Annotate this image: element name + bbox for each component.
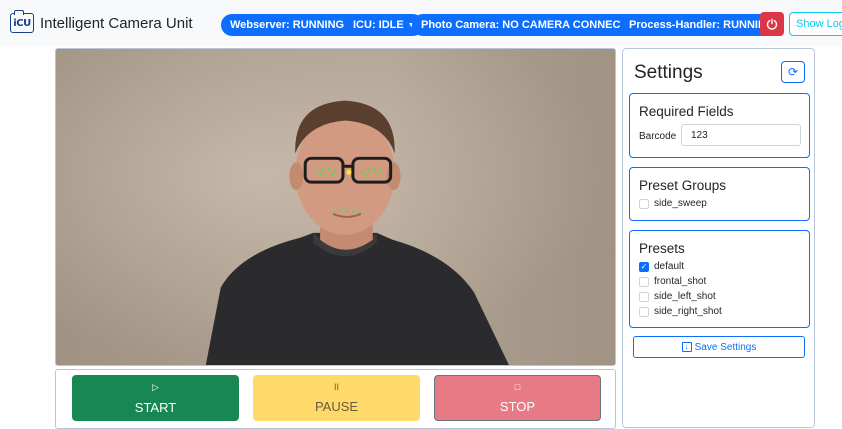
preset-side-right-shot[interactable]: side_right_shot [639, 306, 722, 317]
webserver-status-dropdown[interactable]: Webserver: RUNNING▼ [221, 14, 365, 36]
barcode-label: Barcode [639, 131, 677, 142]
start-label: START [134, 399, 177, 415]
preset-group-side-sweep[interactable]: side_sweep [639, 198, 707, 209]
pause-icon: II [333, 382, 339, 392]
process-controls: ▷ START II PAUSE □ STOP [55, 369, 616, 429]
stop-label: STOP [499, 399, 536, 414]
pause-label: PAUSE [314, 399, 359, 414]
webserver-status-label: Webserver: RUNNING [230, 19, 345, 31]
preset-label: frontal_shot [654, 276, 707, 287]
show-logs-button[interactable]: Show Logs [789, 12, 842, 36]
preset-label: default [654, 261, 685, 272]
save-settings-label: Save Settings [694, 341, 757, 353]
preset-groups-card: Preset Groups side_sweep [629, 167, 810, 221]
refresh-settings-button[interactable]: ⟳ [781, 61, 805, 83]
camera-logo-icon: iCU [10, 10, 34, 33]
checkbox[interactable] [639, 291, 649, 302]
power-button[interactable] [760, 12, 784, 36]
refresh-icon: ⟳ [787, 65, 799, 79]
start-button[interactable]: ▷ START [72, 375, 239, 421]
photo-camera-status-label: Photo Camera: NO CAMERA CONNECTED [421, 19, 643, 31]
settings-title: Settings [634, 62, 703, 83]
checkbox[interactable] [639, 306, 649, 317]
checkbox[interactable] [639, 198, 649, 209]
process-handler-status[interactable]: Process-Handler: RUNNING [620, 14, 784, 36]
preset-side-left-shot[interactable]: side_left_shot [639, 291, 716, 302]
brand[interactable]: iCU Intelligent Camera Unit [10, 10, 193, 33]
required-fields-card: Required Fields Barcode 123 [629, 93, 810, 158]
download-icon: ↓ [681, 342, 692, 352]
preset-label: side_left_shot [654, 291, 716, 302]
required-fields-title: Required Fields [639, 104, 734, 119]
stop-button[interactable]: □ STOP [434, 375, 601, 421]
preset-frontal-shot[interactable]: frontal_shot [639, 276, 706, 287]
presets-title: Presets [639, 241, 685, 256]
checkbox-checked[interactable]: ✓ [639, 261, 649, 272]
camera-live-feed [55, 48, 616, 366]
preset-label: side_right_shot [654, 306, 722, 317]
stop-icon: □ [514, 382, 521, 392]
pause-button[interactable]: II PAUSE [253, 375, 420, 421]
icu-status-label: ICU: IDLE [353, 19, 404, 31]
checkbox[interactable] [639, 276, 649, 287]
power-icon [766, 18, 778, 30]
app-title: Intelligent Camera Unit [40, 14, 193, 32]
person-silhouette [205, 100, 509, 365]
top-navbar: iCU Intelligent Camera Unit Webserver: R… [0, 0, 842, 46]
settings-panel: Settings ⟳ Required Fields Barcode 123 P… [622, 48, 815, 428]
save-settings-button[interactable]: ↓ Save Settings [633, 336, 805, 358]
preset-default[interactable]: ✓ default [639, 261, 684, 272]
preset-group-label: side_sweep [654, 198, 707, 209]
presets-card: Presets ✓ default frontal_shot side_left… [629, 230, 810, 328]
preset-groups-title: Preset Groups [639, 178, 727, 193]
play-icon: ▷ [152, 381, 159, 392]
barcode-input[interactable]: 123 [681, 124, 801, 146]
process-handler-status-label: Process-Handler: RUNNING [629, 19, 775, 31]
